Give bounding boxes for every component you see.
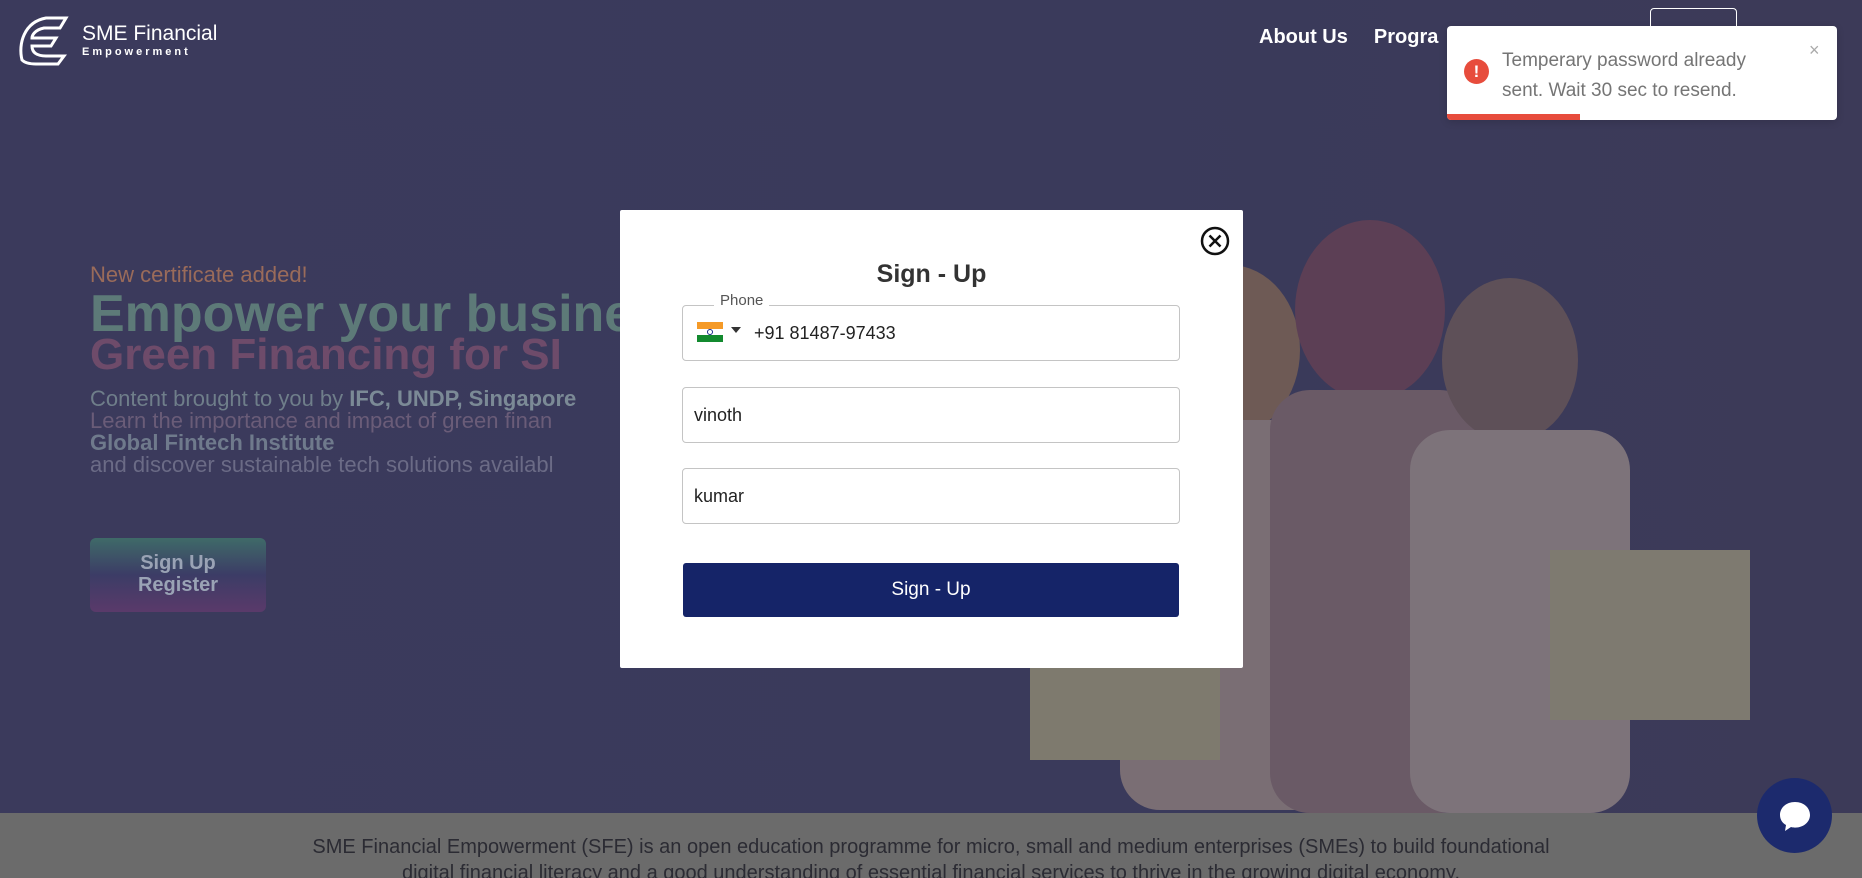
first-name-field[interactable] — [682, 387, 1180, 443]
brand-name: SME Financial — [82, 22, 218, 45]
first-name-input[interactable] — [683, 388, 1179, 442]
phone-input[interactable] — [754, 308, 1174, 358]
hero-signup-button[interactable]: Sign Up Register — [90, 538, 266, 612]
error-icon: ! — [1464, 59, 1489, 84]
last-name-field[interactable] — [682, 468, 1180, 524]
hero-headline-green: Green Financing for SI — [90, 330, 562, 379]
chevron-down-icon[interactable] — [731, 327, 741, 333]
nav-programmes[interactable]: Progra — [1374, 26, 1438, 49]
last-name-input[interactable] — [683, 469, 1179, 523]
phone-label: Phone — [714, 292, 770, 309]
hero-line-4: and discover sustainable tech solutions … — [90, 452, 554, 476]
hero-line-3: Global Fintech Institute — [90, 430, 335, 455]
india-flag-icon[interactable] — [697, 322, 723, 342]
intro-line-2: digital financial literacy and a good un… — [401, 862, 1461, 878]
modal-title: Sign - Up — [876, 260, 987, 288]
chat-button[interactable] — [1757, 778, 1832, 853]
brand-logo[interactable]: SME Financial Empowerment — [16, 14, 217, 66]
intro-text: SME Financial Empowerment (SFE) is an op… — [0, 834, 1862, 878]
chat-bubble-icon — [1779, 801, 1810, 831]
close-icon[interactable] — [1199, 225, 1231, 257]
hero-register-label: Register — [137, 574, 219, 596]
nav-about-us[interactable]: About Us — [1259, 26, 1348, 49]
hero-signup-label: Sign Up — [140, 552, 216, 574]
signup-submit-button[interactable]: Sign - Up — [683, 563, 1179, 617]
error-toast: ! Temperary password already sent. Wait … — [1447, 26, 1837, 120]
intro-line-1: SME Financial Empowerment (SFE) is an op… — [312, 836, 1550, 858]
hero-line-2: Learn the importance and impact of green… — [90, 408, 553, 433]
toast-progress-bar — [1447, 114, 1580, 120]
hero-headline: Empower your busine — [90, 285, 630, 343]
hero-credit-line: Content brought to you by IFC, UNDP, Sin… — [90, 388, 630, 410]
brand-tagline: Empowerment — [82, 46, 191, 58]
logo-icon — [19, 16, 69, 66]
toast-message: Temperary password already sent. Wait 30… — [1502, 50, 1746, 101]
toast-close-icon[interactable]: × — [1809, 40, 1820, 61]
hero-copy: New certificate added! Empower your busi… — [90, 262, 630, 476]
